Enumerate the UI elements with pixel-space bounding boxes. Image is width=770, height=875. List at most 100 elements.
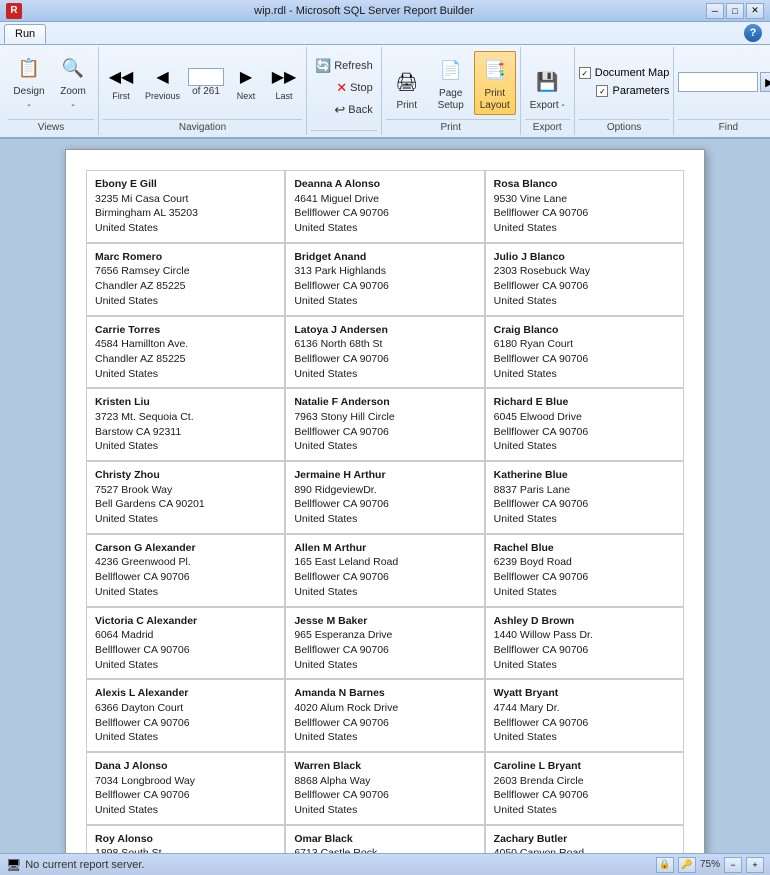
address-line2: Bellflower CA 90706 (294, 788, 475, 803)
rsb-buttons: 🔄 Refresh ✕ Stop ↩ Back (311, 47, 377, 128)
address-line2: Bellflower CA 90706 (294, 206, 475, 221)
print-button[interactable]: 🖨 Print (386, 63, 428, 115)
address-cell: Marc Romero 7656 Ramsey Circle Chandler … (86, 243, 285, 316)
address-line3: United States (95, 730, 276, 745)
address-line2: Bellflower CA 90706 (494, 206, 675, 221)
next-label: Next (237, 91, 256, 101)
status-icon-zoom-out[interactable]: − (724, 857, 742, 873)
address-line2: Chandler AZ 85225 (95, 352, 276, 367)
ribbon-group-options: ✓ Document Map ✓ Parameters Options (575, 47, 675, 135)
address-line3: United States (294, 803, 475, 818)
status-icon-1: 🔒 (656, 857, 674, 873)
address-line1: 4744 Mary Dr. (494, 701, 675, 716)
address-cell: Warren Black 8868 Alpha Way Bellflower C… (285, 752, 484, 825)
address-name: Victoria C Alexander (95, 614, 276, 629)
parameters-option[interactable]: ✓ Parameters (596, 84, 669, 98)
export-button[interactable]: 💾 Export - (525, 63, 570, 115)
address-name: Dana J Alonso (95, 759, 276, 774)
last-button[interactable]: ▶▶ Last (266, 60, 302, 104)
address-line1: 9530 Vine Lane (494, 192, 675, 207)
document-map-option[interactable]: ✓ Document Map (579, 66, 670, 80)
window-title: wip.rdl - Microsoft SQL Server Report Bu… (22, 5, 706, 17)
address-line3: United States (494, 585, 675, 600)
help-button[interactable]: ? (744, 24, 762, 42)
address-name: Richard E Blue (494, 395, 675, 410)
export-label: Export - (530, 100, 565, 112)
design-label: Design (13, 86, 44, 98)
address-line2: Bellflower CA 90706 (494, 788, 675, 803)
address-name: Latoya J Andersen (294, 323, 475, 338)
address-line1: 3235 Mi Casa Court (95, 192, 276, 207)
address-line2: Bellflower CA 90706 (294, 643, 475, 658)
ribbon-tabs: Run ? (0, 22, 770, 44)
page-setup-button[interactable]: 📄 PageSetup (430, 51, 472, 115)
address-line1: 8868 Alpha Way (294, 774, 475, 789)
ribbon-group-refresh: 🔄 Refresh ✕ Stop ↩ Back (307, 47, 382, 135)
stop-button[interactable]: ✕ Stop (332, 78, 377, 98)
address-line1: 1440 Willow Pass Dr. (494, 628, 675, 643)
address-cell: Omar Black 6713 Castle Rock Bellflower C… (285, 825, 484, 853)
address-cell: Carson G Alexander 4236 Greenwood Pl. Be… (86, 534, 285, 607)
address-name: Carrie Torres (95, 323, 276, 338)
last-icon: ▶▶ (270, 63, 298, 91)
address-cell: Katherine Blue 8837 Paris Lane Bellflowe… (485, 461, 684, 534)
find-input[interactable] (678, 72, 758, 92)
print-label: Print (396, 100, 417, 112)
previous-button[interactable]: ◀ Previous (141, 60, 184, 104)
print-layout-button[interactable]: 📑 PrintLayout (474, 51, 516, 115)
address-cell: Wyatt Bryant 4744 Mary Dr. Bellflower CA… (485, 679, 684, 752)
page-number-input[interactable]: 1 (188, 68, 224, 86)
content-area: Ebony E Gill 3235 Mi Casa Court Birmingh… (0, 139, 770, 853)
design-button[interactable]: 📋 Design - (8, 49, 50, 115)
stop-icon: ✕ (336, 80, 347, 96)
address-name: Roy Alonso (95, 832, 276, 847)
zoom-button[interactable]: 🔍 Zoom - (52, 49, 94, 115)
next-icon: ▶ (232, 63, 260, 91)
zoom-label: Zoom (60, 86, 86, 98)
address-line2: Bellflower CA 90706 (494, 716, 675, 731)
address-name: Marc Romero (95, 250, 276, 265)
ribbon-group-views: 📋 Design - 🔍 Zoom - Views (4, 47, 99, 135)
address-name: Ashley D Brown (494, 614, 675, 629)
address-line3: United States (494, 730, 675, 745)
address-name: Jermaine H Arthur (294, 468, 475, 483)
parameters-checkbox[interactable]: ✓ (596, 85, 608, 97)
close-button[interactable]: ✕ (746, 3, 764, 19)
address-line3: United States (95, 585, 276, 600)
address-line2: Bellflower CA 90706 (294, 425, 475, 440)
address-name: Natalie F Anderson (294, 395, 475, 410)
address-line3: United States (95, 367, 276, 382)
last-label: Last (276, 91, 293, 101)
minimize-button[interactable]: ─ (706, 3, 724, 19)
maximize-button[interactable]: □ (726, 3, 744, 19)
status-right: 🔒 🔑 75% − + (656, 857, 764, 873)
zoom-level: 75% (700, 859, 720, 870)
address-line2: Bellflower CA 90706 (95, 788, 276, 803)
address-cell: Jesse M Baker 965 Esperanza Drive Bellfl… (285, 607, 484, 680)
title-bar: R wip.rdl - Microsoft SQL Server Report … (0, 0, 770, 22)
address-name: Katherine Blue (494, 468, 675, 483)
address-line1: 165 East Leland Road (294, 555, 475, 570)
address-line3: United States (294, 294, 475, 309)
address-cell: Natalie F Anderson 7963 Stony Hill Circl… (285, 388, 484, 461)
print-layout-label: PrintLayout (480, 88, 510, 112)
next-button[interactable]: ▶ Next (228, 60, 264, 104)
ribbon-group-print: 🖨 Print 📄 PageSetup 📑 PrintLayout Print (382, 47, 521, 135)
address-name: Julio J Blanco (494, 250, 675, 265)
address-line3: United States (294, 367, 475, 382)
status-icon-zoom-in[interactable]: + (746, 857, 764, 873)
address-cell: Christy Zhou 7527 Brook Way Bell Gardens… (86, 461, 285, 534)
address-line2: Bellflower CA 90706 (294, 570, 475, 585)
find-button[interactable]: ▶ (760, 72, 770, 92)
address-line2: Bellflower CA 90706 (95, 643, 276, 658)
refresh-button[interactable]: 🔄 Refresh (311, 56, 377, 76)
document-map-checkbox[interactable]: ✓ (579, 67, 591, 79)
address-line2: Bellflower CA 90706 (95, 716, 276, 731)
address-line1: 2303 Rosebuck Way (494, 264, 675, 279)
address-cell: Bridget Anand 313 Park Highlands Bellflo… (285, 243, 484, 316)
back-button[interactable]: ↩ Back (330, 100, 376, 120)
first-button[interactable]: ◀◀ First (103, 60, 139, 104)
address-cell: Ashley D Brown 1440 Willow Pass Dr. Bell… (485, 607, 684, 680)
ribbon: Run ? 📋 Design - 🔍 Zoom - Views (0, 22, 770, 139)
tab-run[interactable]: Run (4, 24, 46, 44)
